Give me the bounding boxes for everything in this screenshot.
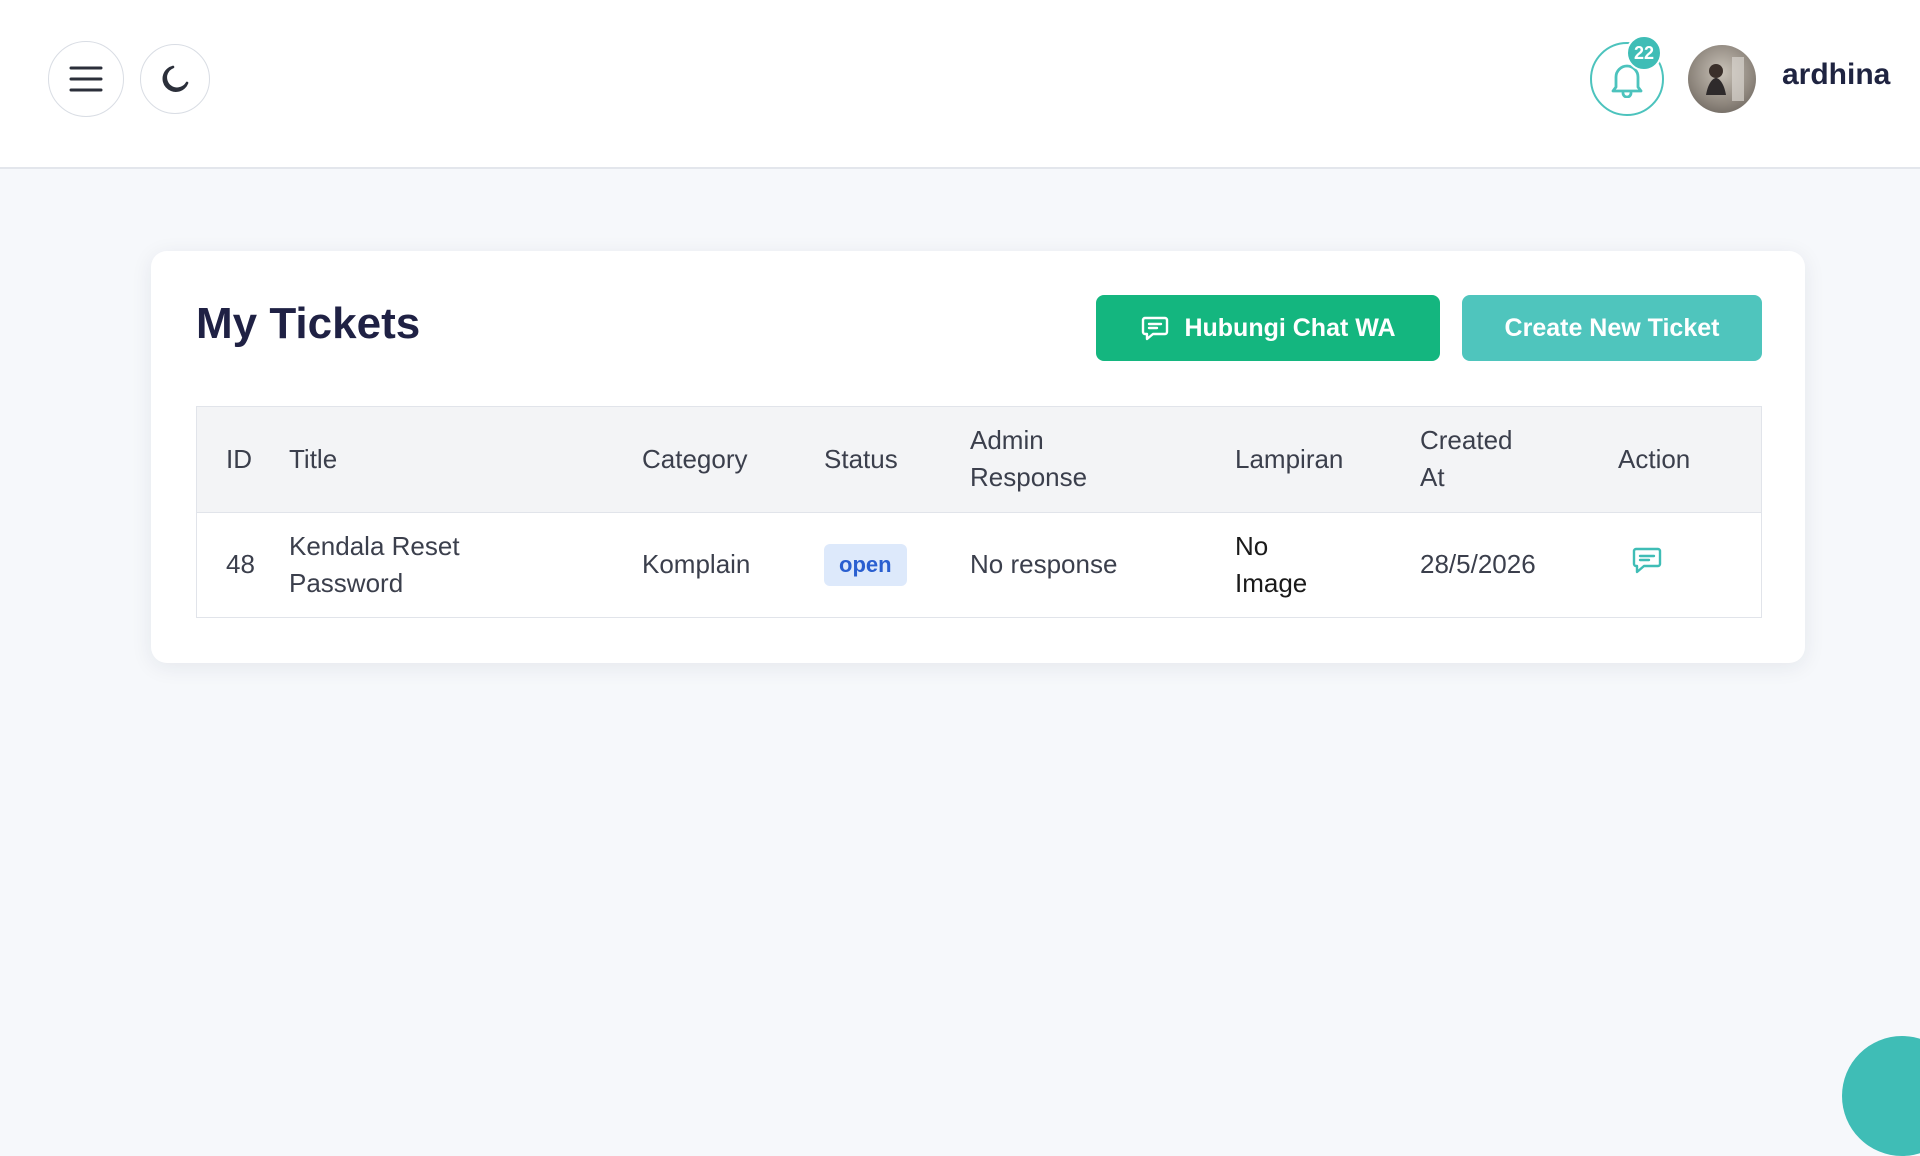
column-header-admin-response-line1: Admin xyxy=(970,425,1044,456)
column-header-created-line2: At xyxy=(1420,462,1445,493)
cell-id: 48 xyxy=(197,511,289,617)
column-header-action: Action xyxy=(1618,443,1691,474)
whatsapp-chat-button-label: Hubungi Chat WA xyxy=(1184,313,1396,342)
sidebar-toggle-button[interactable] xyxy=(48,41,124,117)
view-ticket-chat-button[interactable] xyxy=(1618,544,1664,576)
column-header-created-line1: Created xyxy=(1420,425,1513,456)
cell-title-line1: Kendala Reset xyxy=(289,530,460,561)
moon-icon xyxy=(162,65,189,92)
table-row: 48 Kendala Reset Password Komplain open … xyxy=(197,511,1761,617)
column-header-title: Title xyxy=(289,443,338,474)
column-header-admin-response: Admin Response xyxy=(970,407,1235,512)
tickets-table: ID Title Category Status Admin Response … xyxy=(196,406,1762,618)
cell-category: Komplain xyxy=(642,511,824,617)
column-header-id: ID xyxy=(226,443,252,474)
cell-lampiran-line2: Image xyxy=(1235,567,1308,598)
column-header-lampiran: Lampiran xyxy=(1235,443,1344,474)
cell-lampiran-line1: No xyxy=(1235,530,1269,561)
username-label[interactable]: ardhina xyxy=(1782,58,1890,92)
column-header-admin-response-line2: Response xyxy=(970,462,1088,493)
column-header-category: Category xyxy=(642,443,748,474)
chat-icon xyxy=(1632,547,1662,573)
avatar[interactable] xyxy=(1688,45,1756,113)
column-header-created-at: Created At xyxy=(1420,407,1618,512)
user-photo-icon xyxy=(1706,57,1744,101)
cell-action xyxy=(1618,511,1761,617)
whatsapp-chat-button[interactable]: Hubungi Chat WA xyxy=(1096,295,1440,361)
tickets-card: My Tickets Hubungi Chat WA Create New Ti… xyxy=(151,251,1805,663)
cell-title: Kendala Reset Password xyxy=(289,511,642,617)
cell-title-line2: Password xyxy=(289,567,404,598)
table-header-row: ID Title Category Status Admin Response … xyxy=(197,407,1761,512)
page-title: My Tickets xyxy=(196,299,421,348)
cell-created-at: 28/5/2026 xyxy=(1420,511,1618,617)
theme-toggle-button[interactable] xyxy=(140,44,210,114)
create-new-ticket-button[interactable]: Create New Ticket xyxy=(1462,295,1762,361)
cell-lampiran: No Image xyxy=(1235,511,1420,617)
hamburger-icon xyxy=(69,66,103,92)
cell-admin-response: No response xyxy=(970,511,1235,617)
top-navbar: 22 ardhina xyxy=(0,0,1920,169)
cell-status: open xyxy=(824,511,970,617)
chat-icon xyxy=(1142,316,1169,341)
column-header-status: Status xyxy=(824,443,898,474)
notification-count-badge: 22 xyxy=(1626,35,1662,71)
status-badge: open xyxy=(824,543,907,586)
floating-help-button[interactable] xyxy=(1842,1036,1920,1156)
